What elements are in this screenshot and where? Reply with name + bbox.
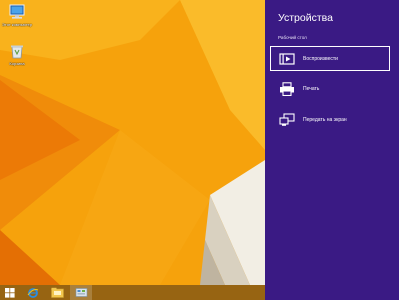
section-label: Рабочий стол: [278, 35, 307, 40]
file-explorer-icon: [50, 287, 64, 298]
desktop-icon-label: Корзина: [9, 61, 25, 66]
desktop-background[interactable]: Этот компьютер Корзина: [0, 0, 265, 285]
taskbar-control-panel[interactable]: [70, 285, 92, 300]
device-label: Печать: [303, 85, 320, 92]
device-label: Воспроизвести: [303, 55, 338, 62]
desktop-icon-label: Этот компьютер: [2, 22, 32, 27]
printer-icon: [280, 81, 294, 96]
taskbar: [0, 285, 265, 300]
taskbar-file-explorer[interactable]: [46, 285, 68, 300]
windows-start-icon: [5, 287, 15, 298]
start-button[interactable]: [0, 285, 20, 300]
computer-icon: [9, 4, 25, 19]
desktop-icon-recycle-bin[interactable]: Корзина: [2, 42, 32, 66]
device-project[interactable]: Передать на экран: [270, 107, 390, 132]
panel-title: Устройства: [278, 12, 333, 24]
project-icon: [279, 112, 295, 126]
internet-explorer-icon: [27, 287, 39, 298]
device-print[interactable]: Печать: [270, 76, 390, 101]
control-panel-icon: [75, 288, 87, 297]
desktop-wallpaper: [0, 0, 265, 285]
recycle-bin-icon: [11, 45, 23, 59]
device-label: Передать на экран: [303, 116, 347, 123]
taskbar-internet-explorer[interactable]: [22, 285, 44, 300]
devices-charm-panel: Устройства Рабочий стол Воспроизвести Пе…: [265, 0, 399, 300]
desktop-icon-computer[interactable]: Этот компьютер: [2, 3, 32, 27]
play-to-icon: [279, 52, 295, 65]
device-play-to[interactable]: Воспроизвести: [270, 46, 390, 71]
